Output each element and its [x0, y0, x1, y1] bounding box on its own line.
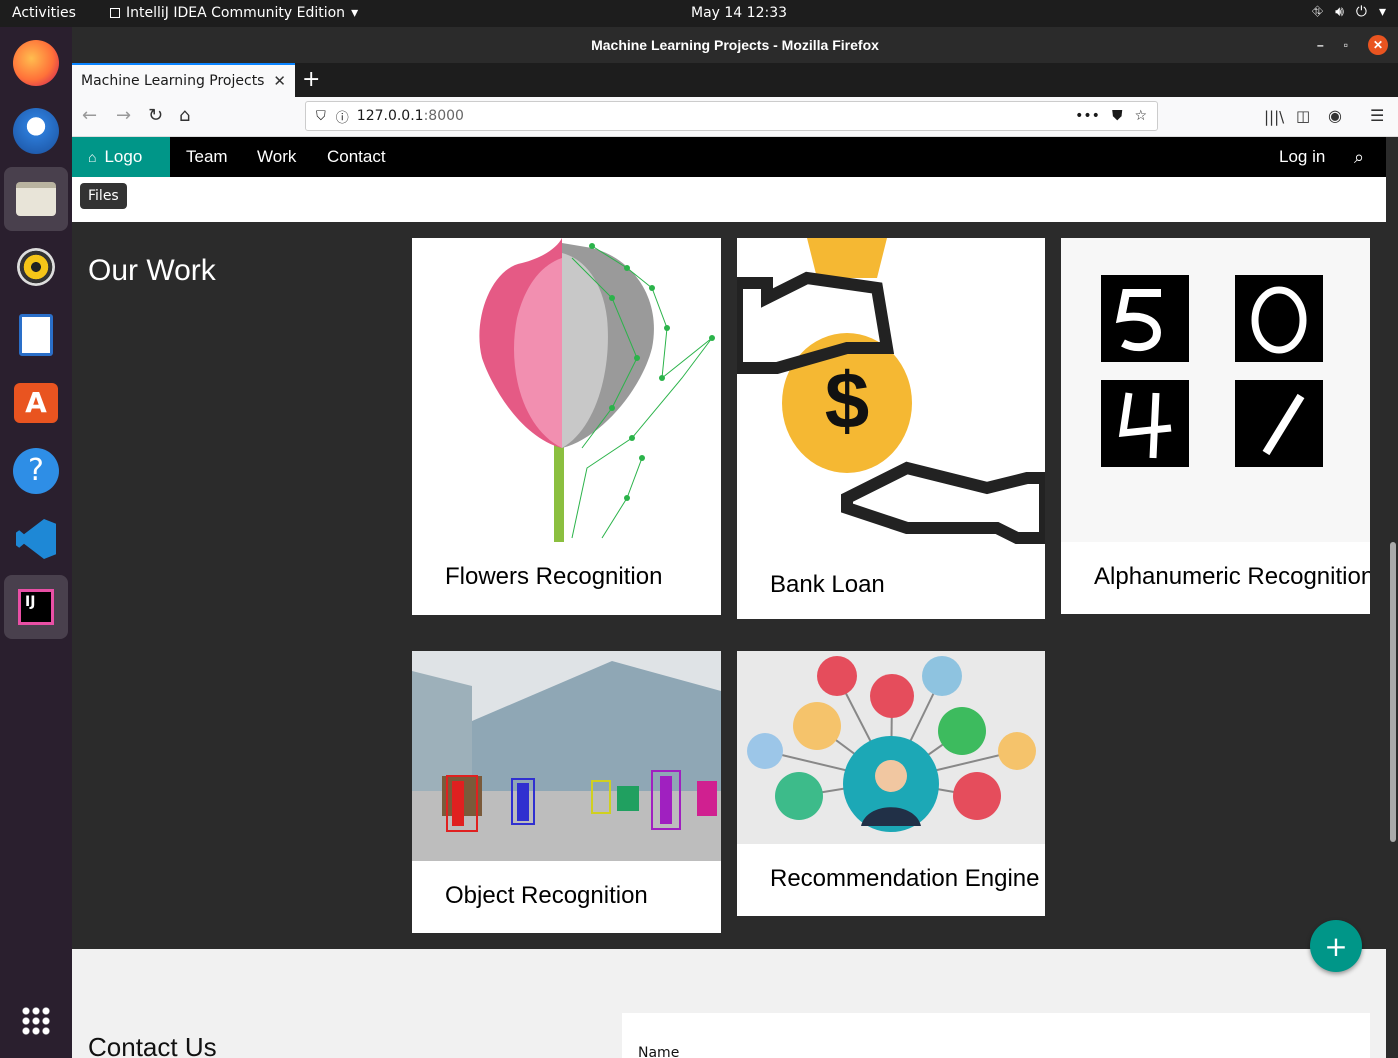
chevron-down-icon: ▾	[1378, 4, 1386, 20]
card-object-recognition[interactable]: Object Recognition	[412, 651, 721, 933]
forward-button[interactable]: →	[116, 105, 131, 126]
nav-contact[interactable]: Contact	[327, 137, 386, 177]
url-host: 127.0.0.1	[356, 108, 424, 124]
dock-software[interactable]: A	[4, 371, 68, 435]
thunderbird-icon	[13, 108, 59, 154]
power-icon: ⏻	[1355, 4, 1367, 20]
card-bank-loan[interactable]: $ Bank Loan	[737, 238, 1045, 619]
gnome-top-bar: Activities IntelliJ IDEA Community Editi…	[0, 0, 1398, 27]
writer-icon	[19, 314, 53, 356]
maximize-icon[interactable]: ▫	[1344, 38, 1348, 52]
tab-machine-learning-projects[interactable]: Machine Learning Projects ✕	[72, 63, 295, 97]
show-applications-button[interactable]	[4, 989, 68, 1053]
dock-intellij[interactable]: IJ	[4, 575, 68, 639]
dock-files[interactable]	[4, 167, 68, 231]
system-tray[interactable]: ⛗ 🔊︎ ⏻ ▾	[1312, 4, 1386, 20]
add-fab-button[interactable]: +	[1310, 920, 1362, 972]
nav-team[interactable]: Team	[186, 137, 228, 177]
dock-help[interactable]: ?	[4, 439, 68, 503]
sidebar-icon[interactable]: ◫	[1296, 107, 1310, 125]
shield-icon[interactable]: ⛉	[316, 109, 326, 124]
dock-vscode[interactable]	[4, 507, 68, 571]
dock-thunderbird[interactable]	[4, 99, 68, 163]
card-alphanumeric[interactable]: Alphanumeric Recognition	[1061, 238, 1370, 614]
reload-button[interactable]: ↻	[148, 105, 163, 126]
volume-icon: 🔊︎	[1335, 4, 1344, 20]
activities-button[interactable]: Activities	[12, 5, 76, 21]
page-scrollbar[interactable]	[1386, 137, 1398, 1058]
network-icon: ⛗	[1311, 4, 1324, 20]
card-title: Object Recognition	[445, 882, 648, 909]
object-detection-image	[412, 651, 721, 861]
flower-image	[412, 238, 721, 542]
card-title: Recommendation Engine	[770, 865, 1040, 892]
app-menu[interactable]: IntelliJ IDEA Community Edition ▾	[110, 5, 358, 21]
recommendation-image	[737, 651, 1045, 844]
files-icon	[16, 182, 56, 216]
minimize-icon[interactable]: –	[1317, 38, 1324, 52]
menu-icon[interactable]: ☰	[1370, 106, 1384, 125]
card-title: Alphanumeric Recognition	[1094, 563, 1370, 590]
software-center-icon: A	[14, 383, 58, 423]
contact-title: Contact Us	[88, 1032, 217, 1058]
tab-label: Machine Learning Projects	[81, 73, 265, 89]
dock-libreoffice-writer[interactable]	[4, 303, 68, 367]
page-actions-icon[interactable]: •••	[1075, 108, 1100, 124]
ubuntu-dock: A ? IJ	[0, 27, 72, 1058]
plus-icon: +	[1324, 929, 1348, 963]
intellij-app-icon	[110, 8, 120, 18]
bank-loan-image: $	[737, 238, 1045, 548]
contact-form: Name	[622, 1013, 1370, 1058]
help-icon: ?	[13, 448, 59, 494]
scrollbar-thumb[interactable]	[1390, 542, 1396, 842]
account-icon[interactable]: ◉	[1328, 106, 1342, 125]
search-icon[interactable]: ⌕	[1354, 137, 1364, 177]
back-button[interactable]: ←	[82, 105, 97, 126]
app-menu-label: IntelliJ IDEA Community Edition	[126, 5, 346, 21]
section-title: Our Work	[88, 254, 216, 287]
pocket-icon[interactable]: ⛊	[1112, 108, 1123, 124]
card-title: Flowers Recognition	[445, 563, 663, 590]
svg-text:$: $	[825, 356, 870, 445]
clock[interactable]: May 14 12:33	[691, 5, 787, 21]
nav-logo[interactable]: ⌂ Logo	[72, 137, 170, 177]
files-tooltip: Files	[80, 183, 127, 209]
close-icon: ✕	[1372, 38, 1384, 52]
library-icon[interactable]: |||\	[1264, 108, 1284, 126]
vscode-icon	[16, 519, 56, 559]
chevron-down-icon: ▾	[351, 5, 359, 21]
card-title: Bank Loan	[770, 571, 885, 598]
firefox-icon	[13, 40, 59, 86]
rhythmbox-icon	[17, 248, 55, 286]
grid-icon	[21, 1006, 51, 1036]
navigation-toolbar: ← → ↻ ⌂ ⛉ ⓘ 127.0.0.1:8000 ••• ⛊ ☆ |||\ …	[72, 97, 1398, 137]
nav-work[interactable]: Work	[257, 137, 296, 177]
tab-strip: Machine Learning Projects ✕ +	[72, 63, 1398, 97]
card-flowers[interactable]: Flowers Recognition	[412, 238, 721, 615]
window-titlebar[interactable]: Machine Learning Projects - Mozilla Fire…	[72, 27, 1398, 63]
mnist-digits-image	[1061, 238, 1370, 542]
close-window-button[interactable]: ✕	[1368, 35, 1388, 55]
site-navbar: ⌂ Logo Team Work Contact Log in ⌕	[72, 137, 1386, 177]
new-tab-button[interactable]: +	[302, 67, 320, 92]
dock-rhythmbox[interactable]	[4, 235, 68, 299]
home-icon: ⌂	[88, 149, 97, 165]
header-strip	[72, 177, 1386, 222]
nav-login[interactable]: Log in	[1279, 137, 1325, 177]
home-button[interactable]: ⌂	[179, 105, 190, 126]
intellij-icon: IJ	[18, 589, 54, 625]
dock-firefox[interactable]	[4, 31, 68, 95]
close-tab-icon[interactable]: ✕	[273, 72, 286, 90]
url-bar[interactable]: ⛉ ⓘ 127.0.0.1:8000 ••• ⛊ ☆	[305, 101, 1158, 131]
name-label: Name	[638, 1045, 680, 1058]
web-page: ⌂ Logo Team Work Contact Log in ⌕ Files …	[72, 137, 1386, 1058]
contact-section: Contact Us Name	[72, 949, 1386, 1058]
bookmark-star-icon[interactable]: ☆	[1134, 108, 1147, 124]
window-title: Machine Learning Projects - Mozilla Fire…	[591, 37, 879, 53]
info-icon[interactable]: ⓘ	[336, 107, 349, 126]
nav-logo-label: Logo	[104, 147, 143, 166]
url-port: :8000	[423, 108, 464, 124]
card-recommendation-engine[interactable]: Recommendation Engine	[737, 651, 1045, 916]
firefox-window: Machine Learning Projects - Mozilla Fire…	[72, 27, 1398, 1058]
